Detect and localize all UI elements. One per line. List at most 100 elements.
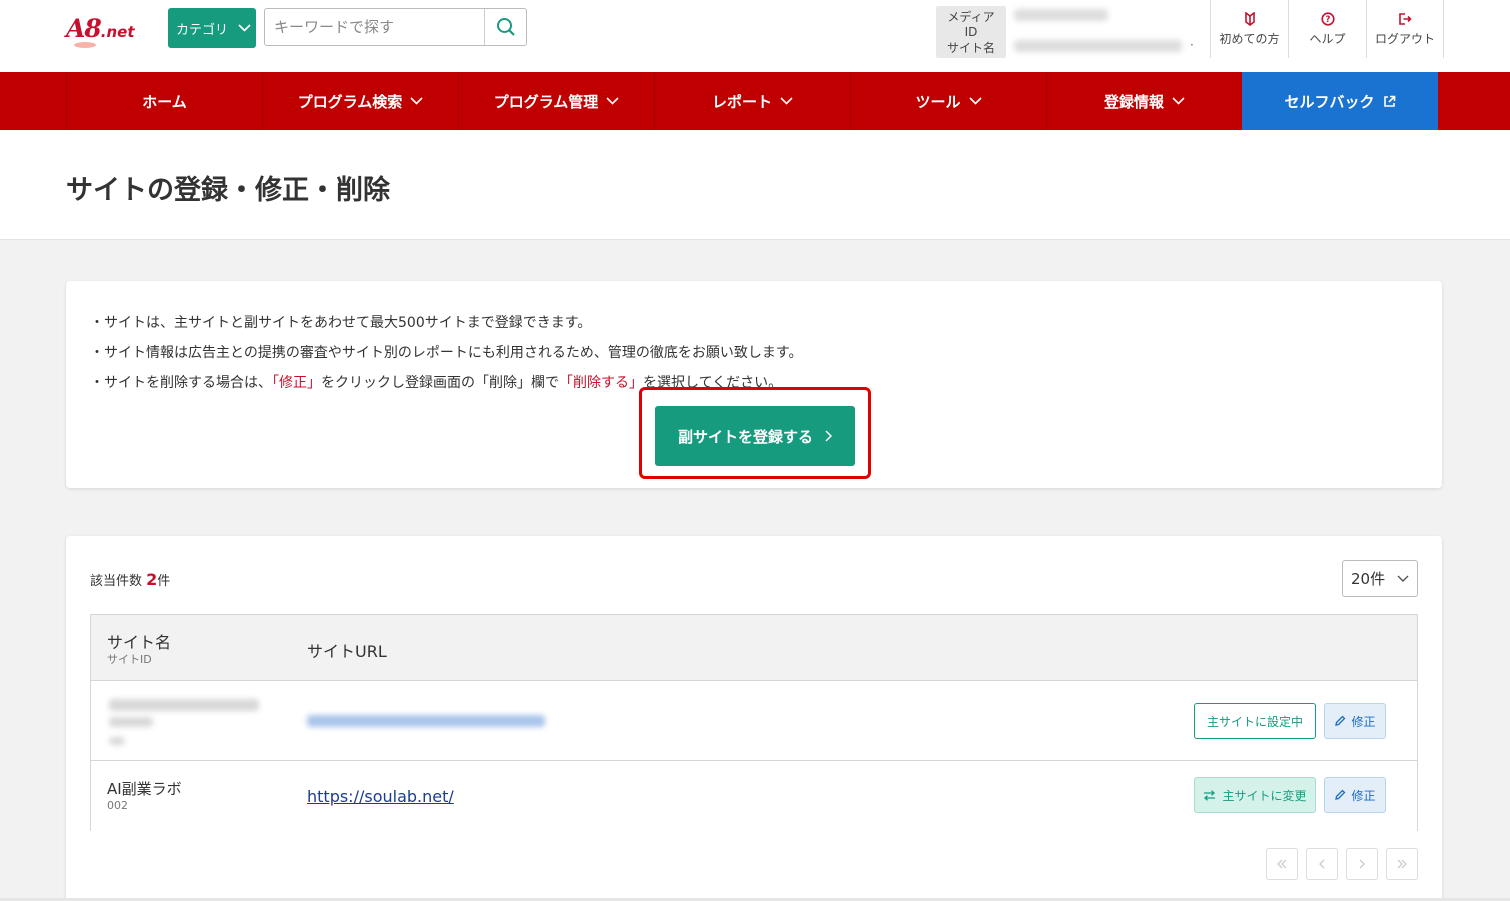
result-count-suffix: 件 [157,574,171,589]
sites-table: サイト名 サイトID サイトURL 主サイトに設定中 修正 AI副業ラボ 002… [90,614,1418,831]
per-page-select[interactable]: 20件 [1342,560,1418,597]
chevron-down-icon [238,24,251,32]
notice-line-1: ・サイトは、主サイトと副サイトをあわせて最大500サイトまで登録できます。 [90,315,592,331]
table-row: AI副業ラボ 002 https://soulab.net/ 主サイトに変更 修… [91,761,1417,831]
nav-report[interactable]: レポート [654,72,850,130]
edit-label: 修正 [1351,788,1376,803]
chevron-down-icon [606,97,619,105]
logo-text: A8 [66,14,102,43]
edit-emphasis: 「修正」 [272,375,321,391]
edit-button[interactable]: 修正 [1324,777,1386,813]
swap-arrows-icon [1204,789,1216,801]
site-name-row: サイト名 · [936,37,1194,58]
chevron-right-icon [1359,859,1365,869]
nav-program-manage[interactable]: プログラム管理 [458,72,654,130]
pencil-icon [1335,789,1346,800]
nav-tools-label: ツール [915,92,961,111]
site-url-link[interactable]: https://soulab.net/ [307,787,454,806]
site-url-redacted[interactable] [307,715,545,727]
logo-suffix: .net [100,23,135,41]
external-link-icon [1383,95,1395,107]
media-id-value-redacted [1014,9,1108,21]
nav-registration-info-label: 登録情報 [1103,92,1164,111]
nav-registration-info[interactable]: 登録情報 [1046,72,1242,130]
header-links: 初めての方 ? ヘルプ ログアウト [1210,0,1444,58]
nav-program-search-label: プログラム検索 [297,92,403,111]
col-site-id: サイトID [107,653,152,666]
help-icon: ? [1320,11,1335,26]
pager-prev[interactable] [1306,848,1338,880]
table-row: 主サイトに設定中 修正 [91,681,1417,761]
col-site-name: サイト名 [107,633,172,652]
chevron-down-icon [968,97,982,105]
table-header: サイト名 サイトID サイトURL [91,615,1417,681]
site-name-ellipsis: · [1190,38,1194,52]
change-to-main-site-button[interactable]: 主サイトに変更 [1194,777,1316,813]
double-chevron-left-icon [1277,859,1287,869]
search-input[interactable] [265,9,485,45]
chevron-right-icon [825,430,832,442]
register-sub-site-button[interactable]: 副サイトを登録する [655,406,855,466]
beginner-label: 初めての方 [1219,31,1280,46]
register-sub-site-label: 副サイトを登録する [677,427,813,446]
search-button[interactable] [484,9,526,45]
pencil-icon [1335,715,1346,726]
logout-label: ログアウト [1374,31,1435,46]
help-link[interactable]: ? ヘルプ [1288,0,1366,58]
media-id-row: メディアID [936,6,1108,41]
col-site-url: サイトURL [307,642,387,661]
page-title: サイトの登録・修正・削除 [66,175,390,206]
site-id: 002 [107,799,128,812]
site-id-redacted [109,737,125,745]
chevron-down-icon [1397,575,1409,582]
logout-icon [1399,12,1412,25]
result-count-number: 2 [146,570,158,589]
nav-home[interactable]: ホーム [66,72,262,130]
main-nav: ホーム プログラム検索 プログラム管理 レポート ツール 登録情報 セルフバック [0,72,1510,130]
nav-report-label: レポート [711,92,772,111]
pager-next[interactable] [1346,848,1378,880]
search-box [264,8,527,46]
header: A8.net カテゴリ メディアID サイト名 · 初めての方 ? ヘルプ ログ… [0,0,1510,72]
notice-panel: ・サイトは、主サイトと副サイトをあわせて最大500サイトまで登録できます。 ・サ… [66,281,1442,488]
page-title-area: サイトの登録・修正・削除 [0,130,1510,240]
nav-home-label: ホーム [142,92,187,111]
category-button[interactable]: カテゴリ [168,8,256,48]
change-to-main-site-label: 主サイトに変更 [1222,788,1307,803]
chevron-down-icon [1172,97,1185,105]
site-name-redacted [109,699,259,711]
sites-panel: 該当件数 2件 20件 サイト名 サイトID サイトURL 主サイトに設定中 修… [66,536,1442,901]
pager-first[interactable] [1266,848,1298,880]
chevron-left-icon [1319,859,1325,869]
per-page-value: 20件 [1351,570,1386,588]
main-site-status-label: 主サイトに設定中 [1206,714,1303,729]
nav-self-back-label: セルフバック [1284,92,1375,111]
result-count: 該当件数 2件 [90,570,170,589]
media-id-label: メディアID [936,6,1006,41]
help-label: ヘルプ [1309,31,1346,46]
edit-label: 修正 [1351,714,1376,729]
notice-text: ・サイトは、主サイトと副サイトをあわせて最大500サイトまで登録できます。 ・サ… [90,308,802,398]
nav-tools[interactable]: ツール [850,72,1046,130]
pager-last[interactable] [1386,848,1418,880]
beginner-icon [1244,11,1255,26]
category-label: カテゴリ [176,22,229,38]
main-site-status-button[interactable]: 主サイトに設定中 [1194,703,1316,739]
notice-line-3-part-b: をクリックし登録画面の「削除」欄で [321,375,559,391]
site-name-label: サイト名 [936,37,1006,58]
logo-swoosh [74,42,96,48]
nav-program-search[interactable]: プログラム検索 [262,72,458,130]
delete-emphasis: 「削除する」 [559,375,643,391]
register-button-highlight: 副サイトを登録する [639,387,871,479]
logout-link[interactable]: ログアウト [1366,0,1444,58]
a8net-logo[interactable]: A8.net [66,12,156,52]
site-name-value-redacted [1014,40,1182,52]
nav-self-back[interactable]: セルフバック [1242,72,1438,130]
svg-text:?: ? [1325,15,1330,25]
edit-button[interactable]: 修正 [1324,703,1386,739]
notice-line-2: ・サイト情報は広告主との提携の審査やサイト別のレポートにも利用されるため、管理の… [90,345,803,361]
notice-line-3-part-a: ・サイトを削除する場合は、 [90,375,272,391]
beginner-link[interactable]: 初めての方 [1210,0,1288,58]
result-count-prefix: 該当件数 [90,574,143,589]
double-chevron-right-icon [1397,859,1407,869]
